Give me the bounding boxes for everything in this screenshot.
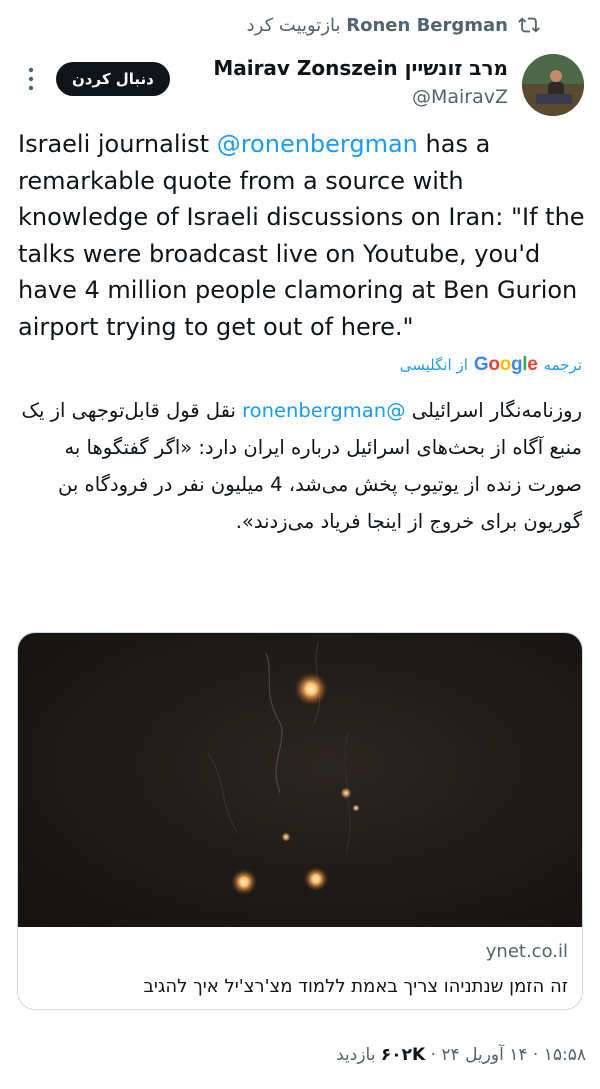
link-card-image bbox=[18, 633, 582, 927]
tweet-text-part1: Israeli journalist bbox=[18, 130, 217, 158]
avatar[interactable] bbox=[522, 54, 584, 116]
mention-link[interactable]: @ronenbergman bbox=[217, 130, 418, 158]
views-label: بازدید bbox=[336, 1045, 376, 1065]
night-sky-interceptions-image bbox=[207, 642, 360, 896]
tweet-page: Ronen Bergman بازتوییت کرد Mairav Zonsze… bbox=[0, 0, 600, 1089]
retweeter-name: Ronen Bergman bbox=[346, 14, 508, 36]
translated-mention-link[interactable]: @ronenbergman bbox=[242, 399, 405, 422]
retweet-action: بازتوییت کرد bbox=[246, 14, 341, 36]
author-display-name[interactable]: Mairav Zonszein מרב זונשיין bbox=[213, 56, 508, 80]
tweet-header: Mairav Zonszein מרב זונשיין @MairavZ دنب… bbox=[0, 50, 600, 120]
translated-by-google[interactable]: ترجمه Google از انگلیسی bbox=[400, 354, 582, 376]
google-logo: Google bbox=[473, 354, 538, 375]
tweet-date[interactable]: ۱۴ آوریل ۲۴ bbox=[441, 1045, 527, 1065]
retweet-text: Ronen Bergman بازتوییت کرد bbox=[247, 15, 508, 36]
author-handle[interactable]: @MairavZ bbox=[412, 86, 508, 108]
link-card-title: זה הזמן שנתניהו צריך באמת ללמוד מצ'רצ'יל… bbox=[143, 976, 568, 997]
translated-text: روزنامه‌نگار اسرائیلی @ronenbergman نقل … bbox=[14, 392, 583, 540]
link-card[interactable]: ynet.co.il זה הזמן שנתניהו צריך באמת ללמ… bbox=[17, 632, 583, 1010]
retweet-icon bbox=[518, 17, 540, 33]
follow-button[interactable]: دنبال کردن bbox=[56, 62, 170, 96]
translated-text-part1: روزنامه‌نگار اسرائیلی bbox=[405, 399, 582, 422]
link-card-domain: ynet.co.il bbox=[485, 941, 568, 962]
retweet-context[interactable]: Ronen Bergman بازتوییت کرد bbox=[247, 14, 540, 36]
meta-separator: · bbox=[425, 1045, 442, 1065]
translate-suffix: از انگلیسی bbox=[399, 356, 468, 374]
tweet-time[interactable]: ۱۵:۵۸ bbox=[544, 1045, 586, 1065]
more-options-icon[interactable] bbox=[22, 64, 40, 94]
tweet-meta: ۱۵:۵۸ · ۱۴ آوریل ۲۴ · ۶۰۲K بازدید bbox=[310, 1045, 586, 1065]
views-count: ۶۰۲K bbox=[380, 1045, 426, 1065]
avatar-image bbox=[522, 54, 584, 116]
tweet-text-part2: has a remarkable quote from a source wit… bbox=[18, 130, 585, 341]
meta-separator: · bbox=[527, 1045, 544, 1065]
tweet-text: Israeli journalist @ronenbergman has a r… bbox=[18, 126, 588, 345]
translate-prefix: ترجمه bbox=[543, 356, 582, 374]
